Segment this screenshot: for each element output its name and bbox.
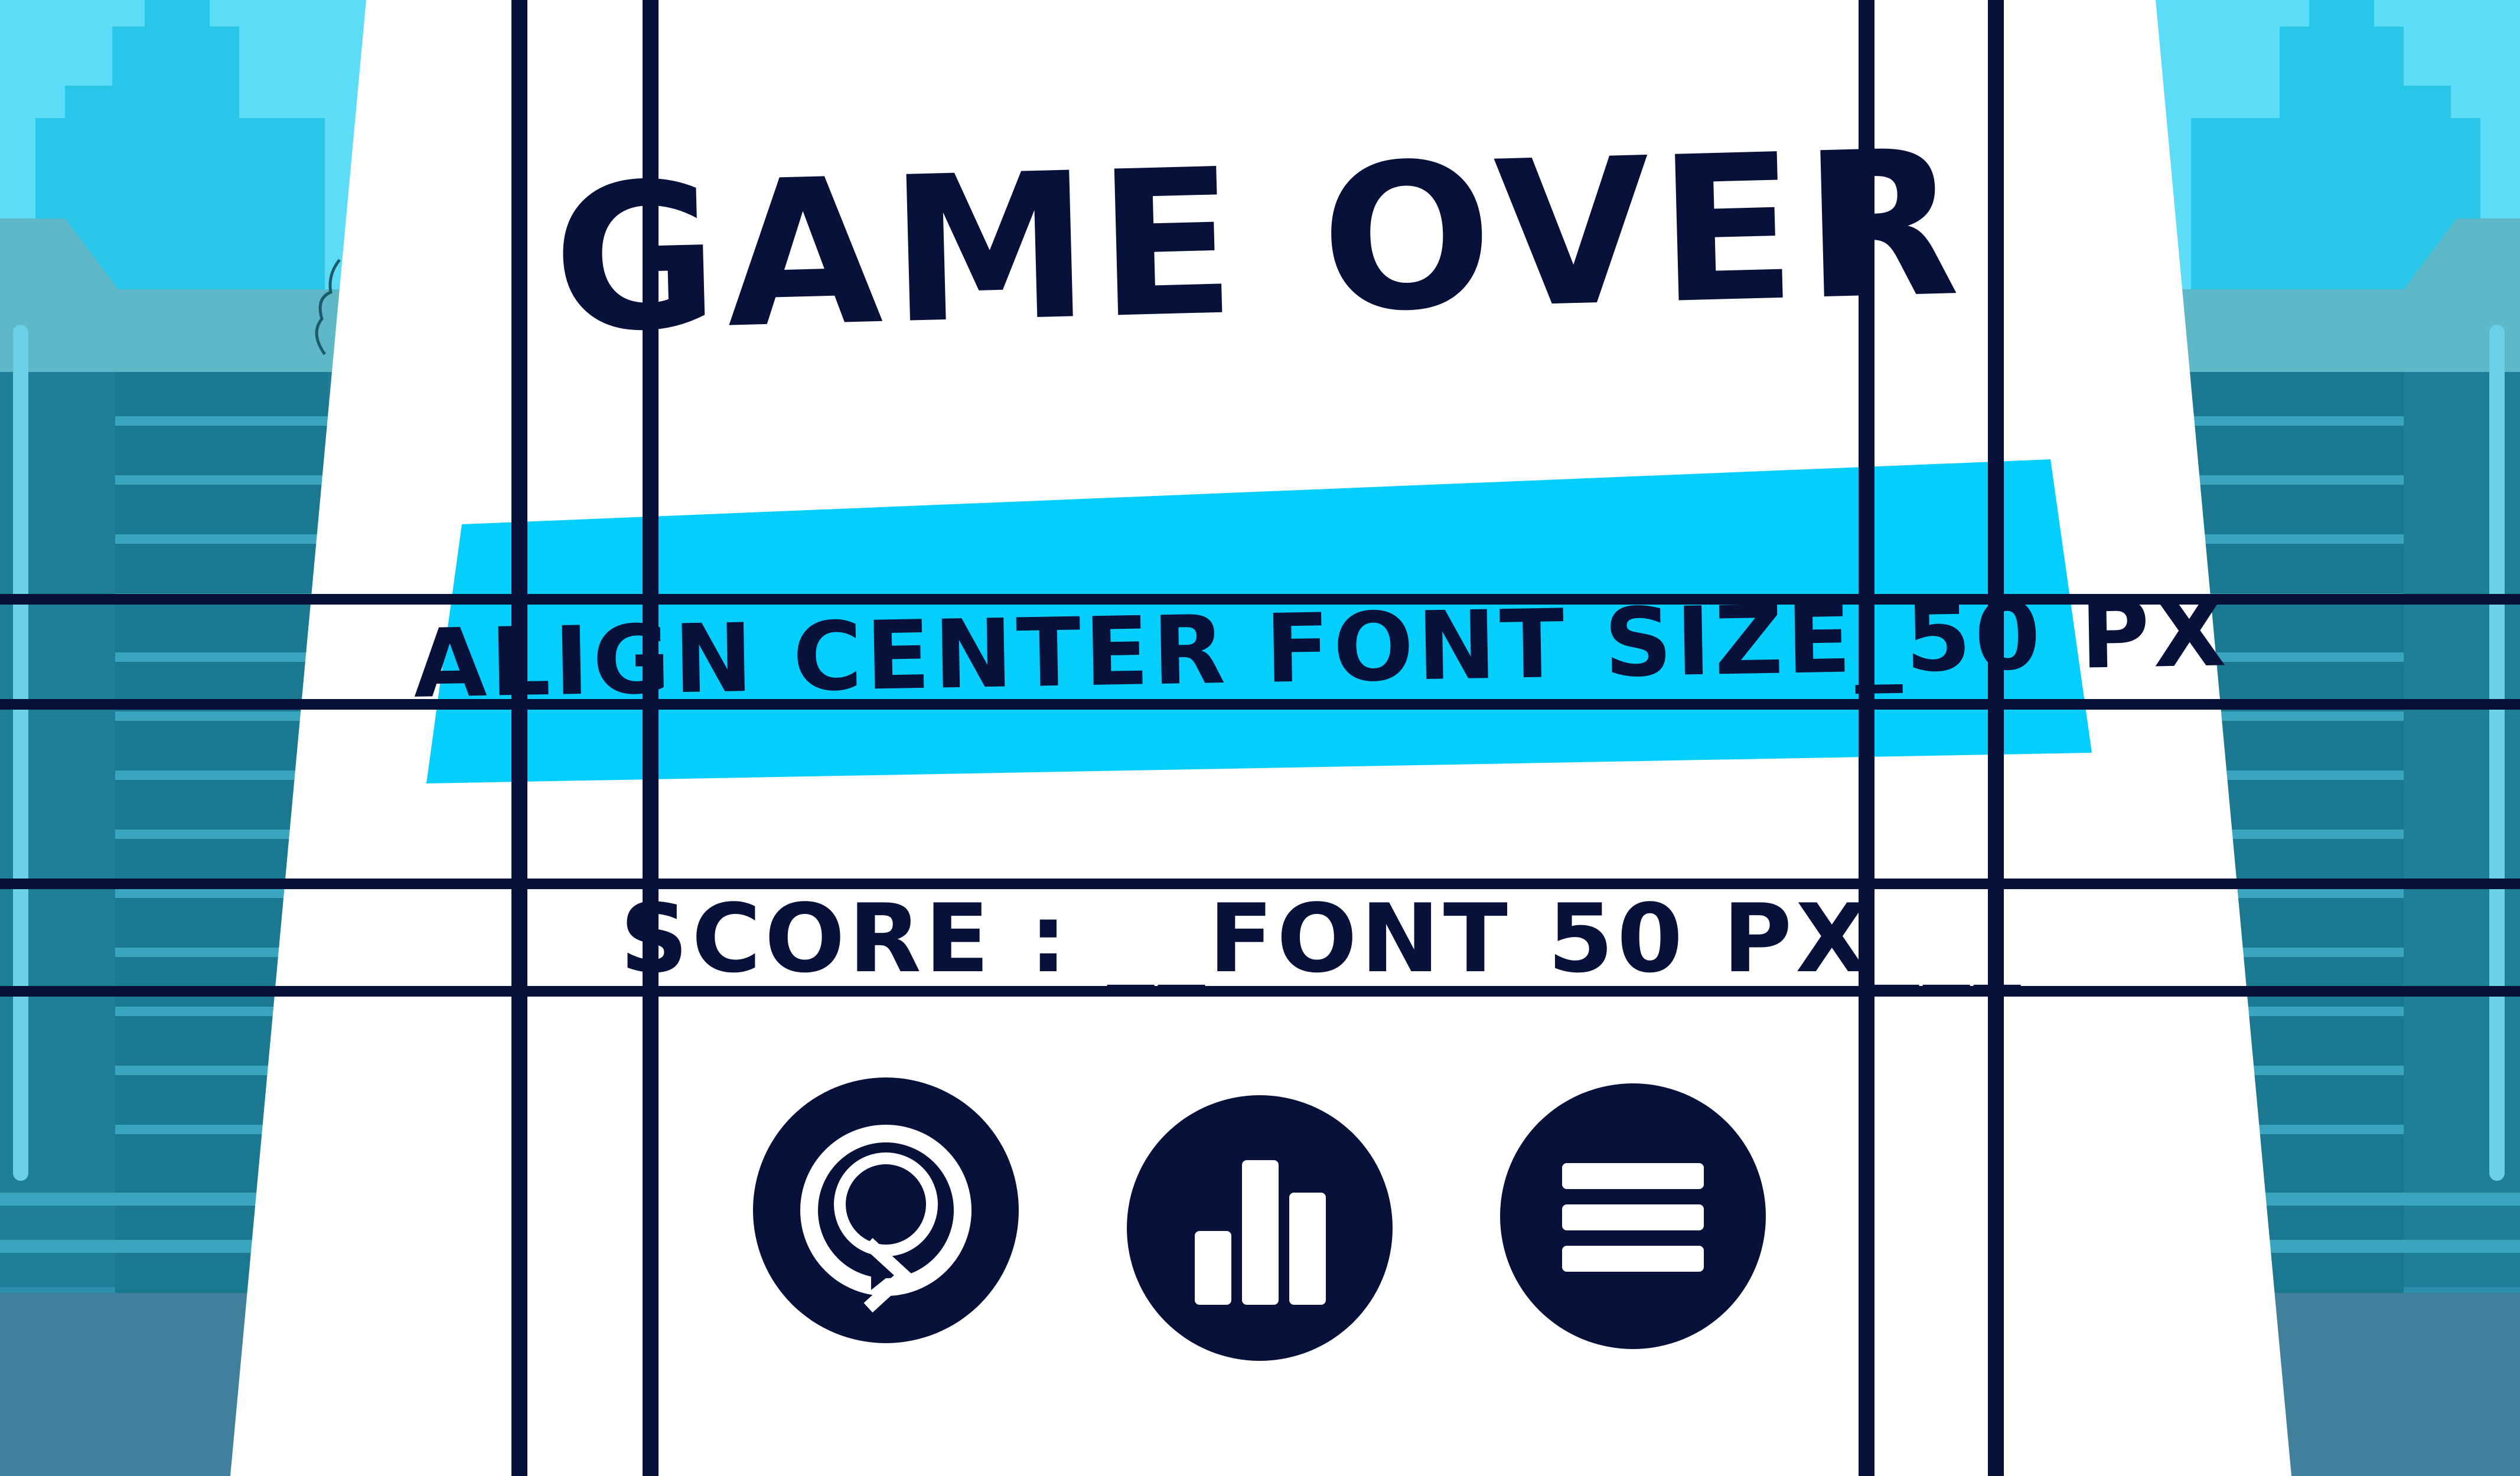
restart-icon [800, 1125, 972, 1313]
score-text: SCORE : __FONT 50 PX___ [620, 883, 2025, 994]
menu-button[interactable] [1500, 1083, 1766, 1349]
banner-text: ALIGN CENTER FONT SIZE_50 PX [412, 577, 2231, 719]
bar-chart-icon [1195, 1160, 1326, 1305]
hamburger-menu-icon [1562, 1163, 1704, 1272]
leaderboard-button[interactable] [1127, 1095, 1393, 1361]
restart-button[interactable] [753, 1077, 1019, 1343]
